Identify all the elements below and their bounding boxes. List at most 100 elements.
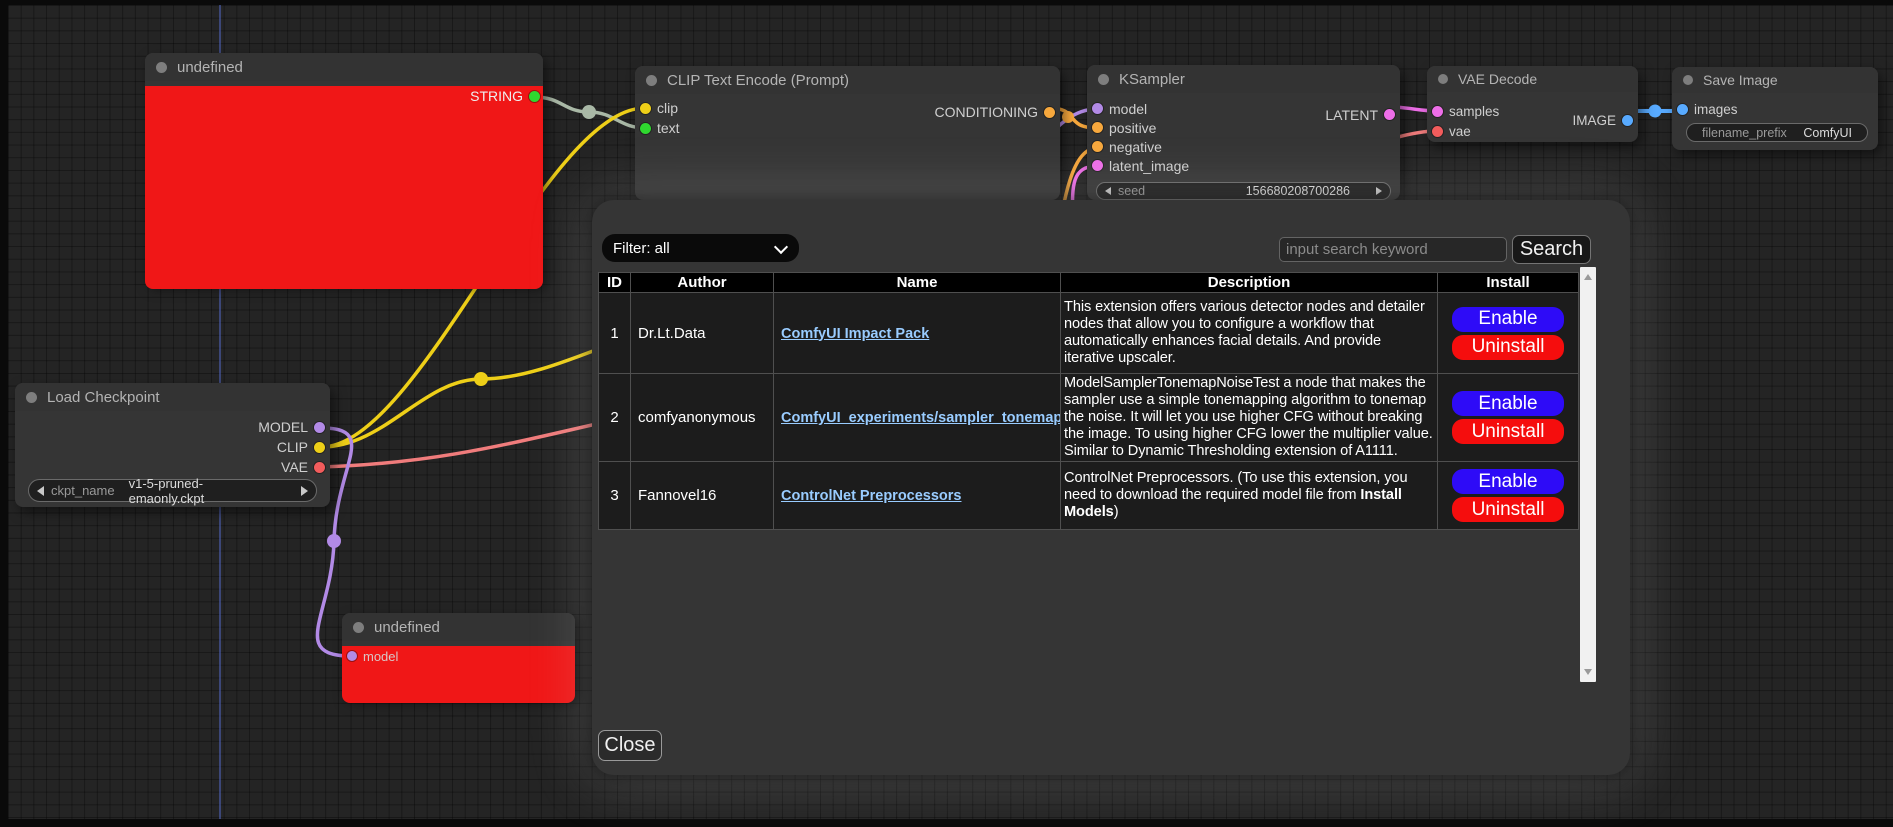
search-button[interactable]: Search bbox=[1512, 235, 1591, 264]
extension-link[interactable]: ControlNet Preprocessors bbox=[781, 488, 962, 504]
node-title-bar[interactable]: Load Checkpoint bbox=[15, 383, 330, 411]
input-slot-positive[interactable] bbox=[1092, 122, 1103, 133]
input-label-vae: vae bbox=[1449, 124, 1471, 139]
input-label-positive: positive bbox=[1109, 120, 1156, 136]
node-load-checkpoint[interactable]: Load Checkpoint MODEL CLIP VAE ckpt_name… bbox=[15, 383, 330, 507]
input-label-text: text bbox=[657, 120, 680, 136]
input-slot-model[interactable] bbox=[1092, 103, 1103, 114]
input-slot-images[interactable] bbox=[1677, 104, 1688, 115]
header-name: Name bbox=[774, 273, 1061, 293]
scroll-down-icon[interactable] bbox=[1584, 669, 1592, 675]
enable-button[interactable]: Enable bbox=[1452, 307, 1564, 332]
scroll-up-icon[interactable] bbox=[1584, 274, 1592, 280]
output-slot-conditioning[interactable] bbox=[1044, 107, 1055, 118]
output-label-vae: VAE bbox=[281, 459, 308, 475]
node-title-bar[interactable]: undefined bbox=[342, 613, 575, 641]
header-description: Description bbox=[1061, 273, 1438, 293]
header-author: Author bbox=[631, 273, 774, 293]
node-title-bar[interactable]: Save Image bbox=[1672, 67, 1878, 93]
increment-arrow-icon[interactable] bbox=[1376, 187, 1382, 195]
comfyui-app: undefined STRING CLIP Text Encode (Promp… bbox=[0, 0, 1893, 827]
seed-widget-label: seed bbox=[1118, 184, 1145, 198]
output-label-model: MODEL bbox=[258, 419, 308, 435]
node-save-image[interactable]: Save Image images filename_prefix ComfyU… bbox=[1672, 67, 1878, 150]
output-label-latent: LATENT bbox=[1325, 107, 1378, 123]
decrement-arrow-icon[interactable] bbox=[1105, 187, 1111, 195]
output-slot-string[interactable] bbox=[529, 91, 540, 102]
input-label-negative: negative bbox=[1109, 139, 1162, 155]
cell-description: ModelSamplerTonemapNoiseTest a node that… bbox=[1064, 375, 1434, 460]
input-slot-samples[interactable] bbox=[1432, 106, 1443, 117]
output-slot-image[interactable] bbox=[1622, 115, 1633, 126]
seed-widget-value[interactable]: 156680208700286 bbox=[1246, 184, 1350, 198]
output-slot-vae[interactable] bbox=[314, 462, 325, 473]
collapse-dot-icon[interactable] bbox=[26, 392, 37, 403]
collapse-dot-icon[interactable] bbox=[1438, 74, 1448, 84]
filter-dropdown-wrap: Filter: all bbox=[602, 234, 799, 262]
node-title-bar[interactable]: VAE Decode bbox=[1427, 66, 1638, 92]
output-label-string: STRING bbox=[470, 88, 523, 104]
node-title: CLIP Text Encode (Prompt) bbox=[667, 72, 849, 89]
enable-button[interactable]: Enable bbox=[1452, 469, 1564, 494]
input-slot-vae[interactable] bbox=[1432, 126, 1443, 137]
output-slot-clip[interactable] bbox=[314, 442, 325, 453]
node-undefined-top[interactable]: undefined STRING bbox=[145, 53, 543, 284]
node-title-bar[interactable]: KSampler bbox=[1087, 65, 1400, 93]
input-label-model: model bbox=[363, 649, 398, 664]
node-title: VAE Decode bbox=[1458, 71, 1537, 87]
table-scrollbar[interactable] bbox=[1580, 267, 1596, 682]
collapse-dot-icon[interactable] bbox=[646, 75, 657, 86]
output-slot-latent[interactable] bbox=[1384, 109, 1395, 120]
seed-widget[interactable]: seed 156680208700286 bbox=[1096, 182, 1391, 200]
ckpt-name-widget[interactable]: ckpt_name v1-5-pruned-emaonly.ckpt bbox=[28, 479, 317, 502]
uninstall-button[interactable]: Uninstall bbox=[1452, 419, 1564, 444]
cell-id: 2 bbox=[599, 374, 631, 462]
ckpt-name-label: ckpt_name bbox=[51, 483, 115, 498]
collapse-dot-icon[interactable] bbox=[1098, 74, 1109, 85]
input-slot-negative[interactable] bbox=[1092, 141, 1103, 152]
cell-author: Dr.Lt.Data bbox=[631, 293, 774, 374]
input-slot-model[interactable] bbox=[347, 651, 357, 661]
filename-prefix-widget[interactable]: filename_prefix ComfyUI bbox=[1686, 123, 1868, 142]
table-row: 1 Dr.Lt.Data ComfyUI Impact Pack This ex… bbox=[599, 293, 1579, 374]
close-button[interactable]: Close bbox=[598, 730, 662, 761]
cell-author: Fannovel16 bbox=[631, 462, 774, 530]
next-checkpoint-arrow-icon[interactable] bbox=[301, 486, 308, 496]
cell-description: ControlNet Preprocessors. (To use this e… bbox=[1064, 470, 1434, 521]
filter-dropdown[interactable]: Filter: all bbox=[602, 234, 799, 262]
node-vae-decode[interactable]: VAE Decode samples vae IMAGE bbox=[1427, 66, 1638, 142]
extension-link[interactable]: ComfyUI Impact Pack bbox=[781, 326, 929, 342]
node-ksampler[interactable]: KSampler model positive negative latent_… bbox=[1087, 65, 1400, 200]
enable-button[interactable]: Enable bbox=[1452, 391, 1564, 416]
node-undefined-bottom[interactable]: undefined model bbox=[342, 613, 575, 698]
table-row: 3 Fannovel16 ControlNet Preprocessors Co… bbox=[599, 462, 1579, 530]
input-label-latent-image: latent_image bbox=[1109, 158, 1189, 174]
node-title: Load Checkpoint bbox=[47, 389, 160, 406]
collapse-dot-icon[interactable] bbox=[156, 62, 167, 73]
input-slot-latent-image[interactable] bbox=[1092, 160, 1103, 171]
input-slot-text[interactable] bbox=[640, 123, 651, 134]
collapse-dot-icon[interactable] bbox=[1683, 75, 1693, 85]
window-edge-left bbox=[0, 0, 8, 827]
output-label-image: IMAGE bbox=[1572, 113, 1616, 128]
cell-id: 3 bbox=[599, 462, 631, 530]
node-title: Save Image bbox=[1703, 72, 1778, 88]
node-title: undefined bbox=[374, 619, 440, 636]
node-clip-text-encode[interactable]: CLIP Text Encode (Prompt) clip text COND… bbox=[635, 66, 1060, 200]
input-slot-clip[interactable] bbox=[640, 103, 651, 114]
output-slot-model[interactable] bbox=[314, 422, 325, 433]
header-install: Install bbox=[1438, 273, 1579, 293]
node-title-bar[interactable]: CLIP Text Encode (Prompt) bbox=[635, 66, 1060, 94]
ckpt-name-value[interactable]: v1-5-pruned-emaonly.ckpt bbox=[129, 476, 278, 506]
uninstall-button[interactable]: Uninstall bbox=[1452, 497, 1564, 522]
uninstall-button[interactable]: Uninstall bbox=[1452, 335, 1564, 360]
collapse-dot-icon[interactable] bbox=[353, 622, 364, 633]
search-input[interactable] bbox=[1279, 237, 1507, 262]
extensions-table: ID Author Name Description Install 1 Dr.… bbox=[598, 272, 1579, 530]
prev-checkpoint-arrow-icon[interactable] bbox=[37, 486, 44, 496]
input-label-samples: samples bbox=[1449, 104, 1499, 119]
node-title-bar[interactable]: undefined bbox=[145, 53, 543, 81]
extension-link[interactable]: ComfyUI_experiments/sampler_tonemap bbox=[781, 410, 1061, 426]
filename-prefix-value[interactable]: ComfyUI bbox=[1803, 126, 1852, 140]
cell-id: 1 bbox=[599, 293, 631, 374]
